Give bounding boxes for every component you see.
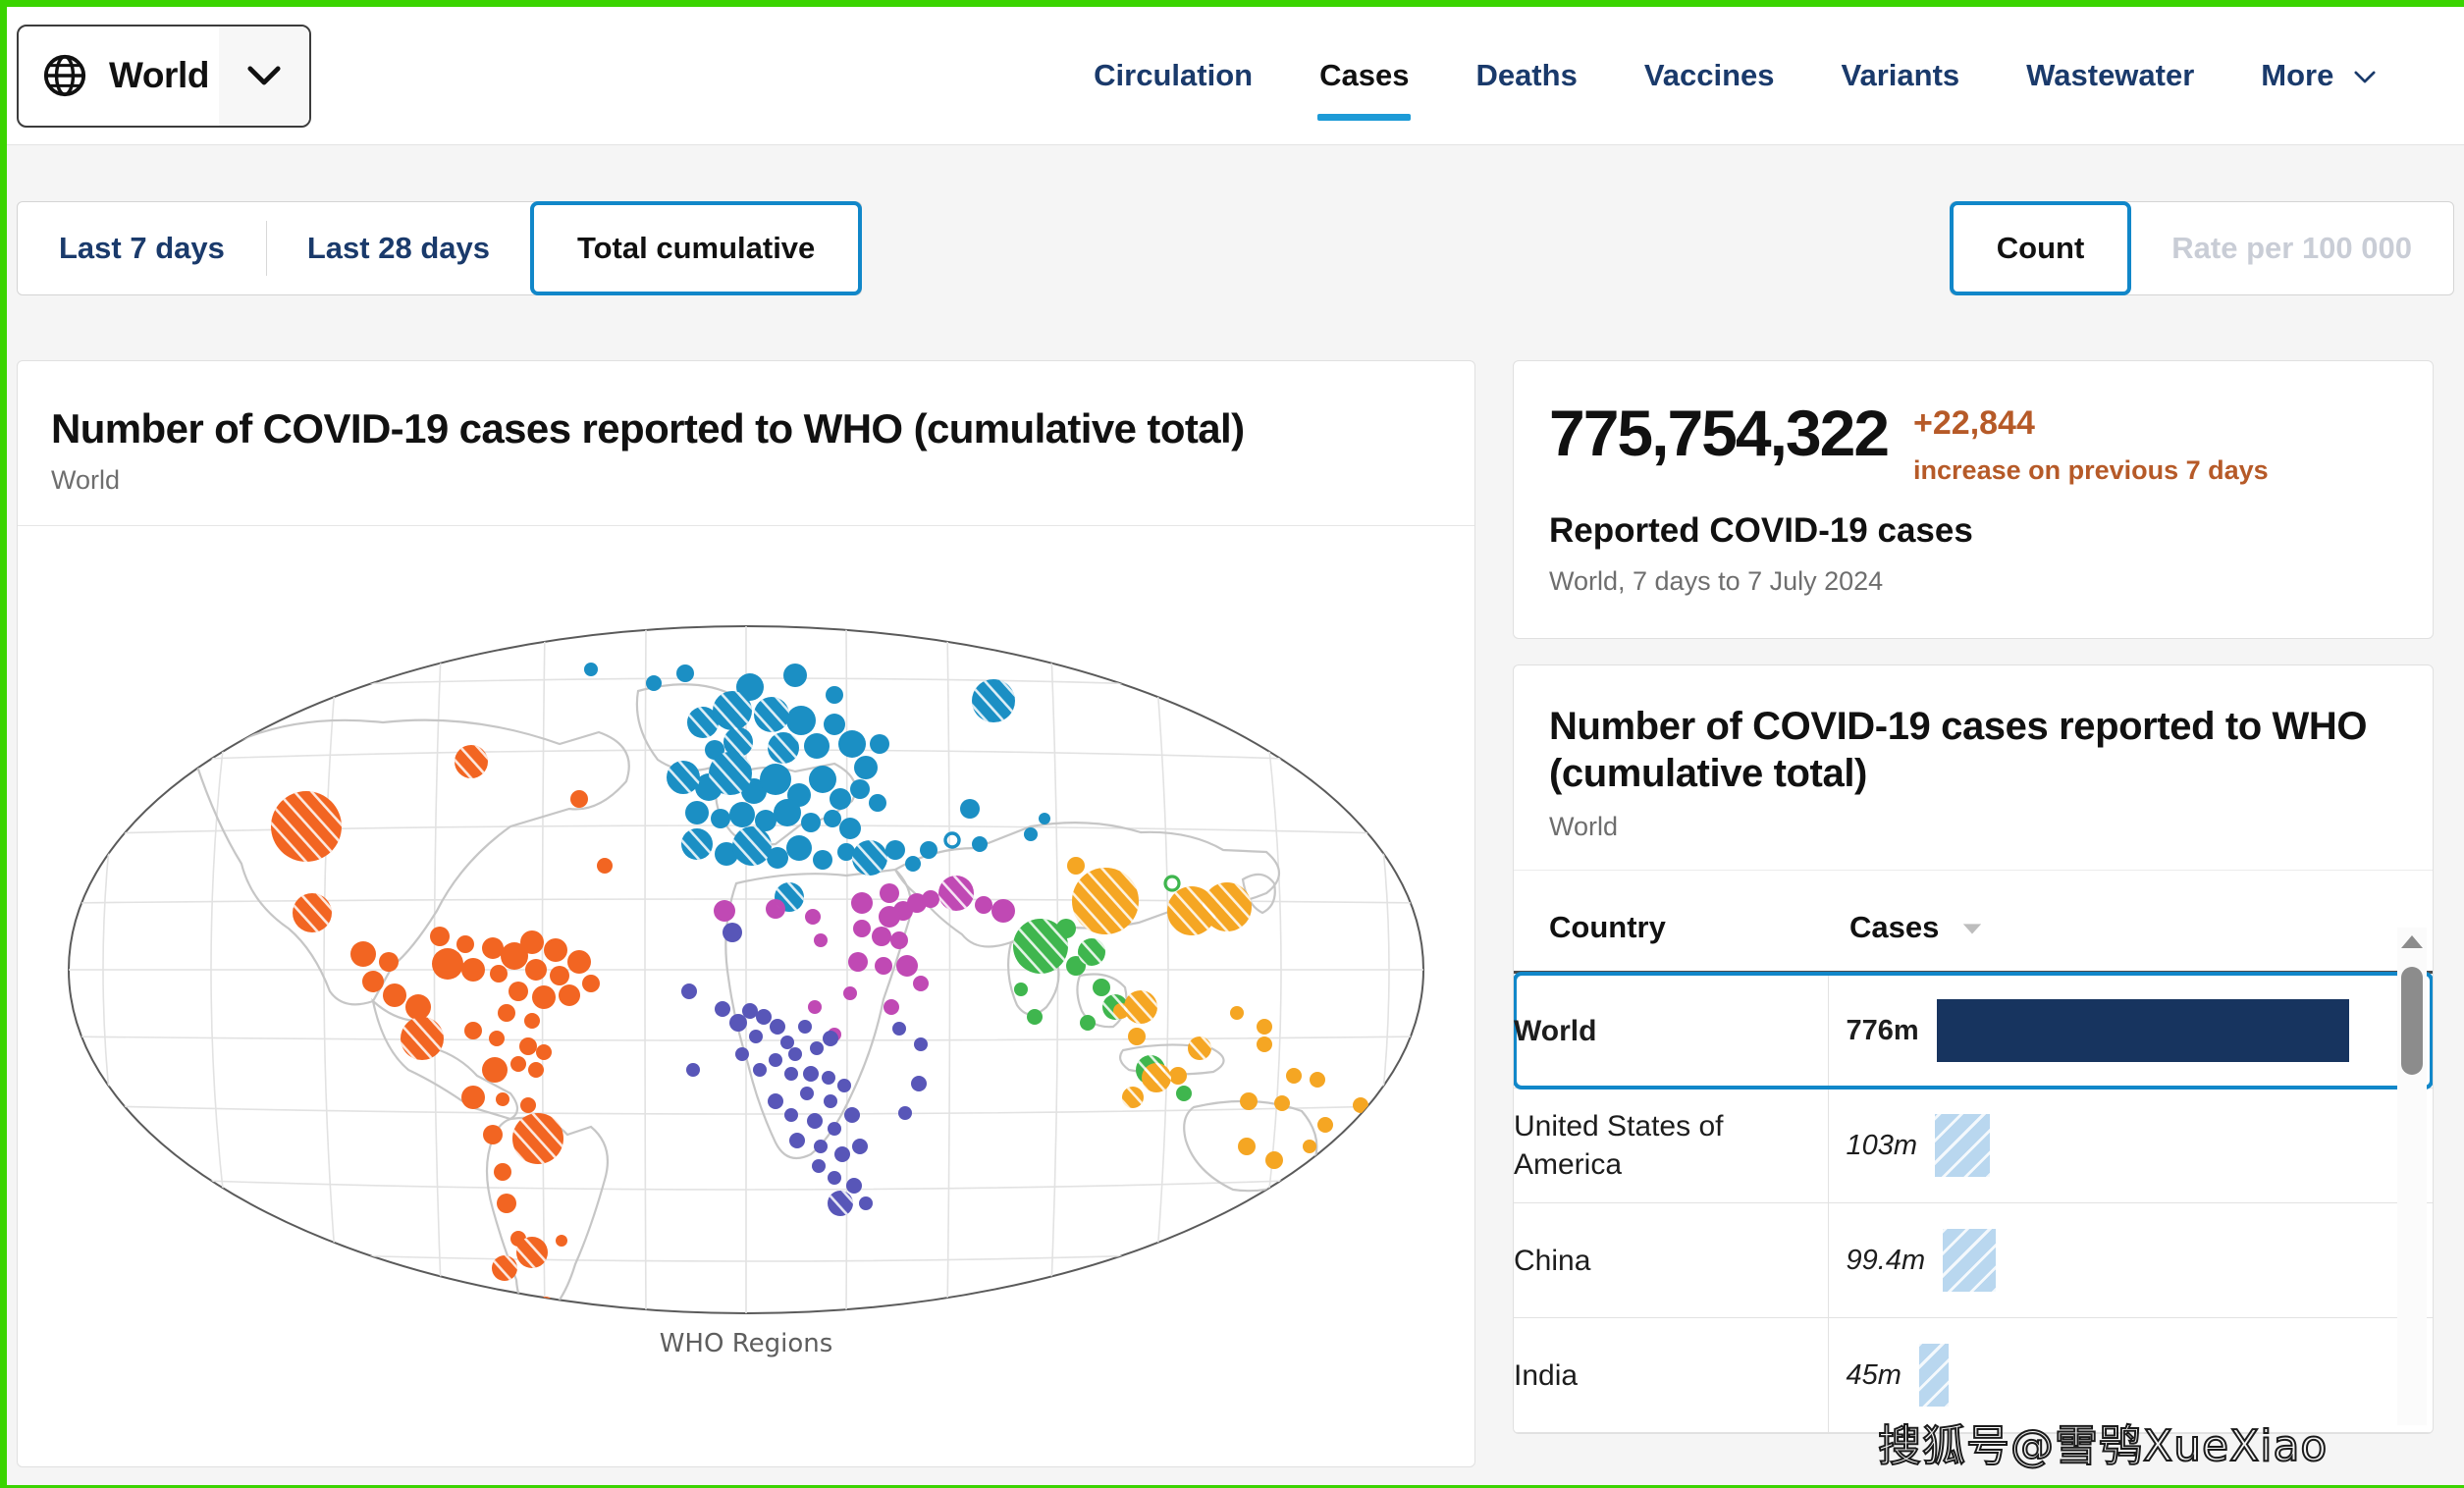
scroll-thumb[interactable] (2401, 967, 2423, 1076)
nav-label: Circulation (1094, 58, 1254, 92)
row-value: 45m (1846, 1358, 1902, 1391)
nav-item-circulation[interactable]: Circulation (1060, 58, 1286, 93)
row-bar (1943, 1229, 1997, 1293)
country-table-card: Number of COVID-19 cases reported to WHO… (1513, 664, 2434, 1435)
tab-total-cumulative[interactable]: Total cumulative (529, 200, 863, 295)
cases-delta-note: increase on previous 7 days (1913, 454, 2269, 485)
geography-dropdown-toggle[interactable] (219, 26, 309, 126)
chevron-down-icon (247, 66, 281, 85)
row-value: 103m (1846, 1129, 1918, 1161)
nav-item-deaths[interactable]: Deaths (1442, 58, 1610, 93)
table-row[interactable]: India 45m (1514, 1317, 2433, 1433)
right-column: 775,754,322 +22,844 increase on previous… (1513, 360, 2434, 1435)
nav-label: More (2261, 58, 2334, 92)
row-bar (1918, 1344, 1949, 1408)
table-scrollbar[interactable] (2397, 928, 2427, 1426)
country-table-wrapper: Country Cases World 776m United States o… (1514, 870, 2433, 1433)
content-area: Number of COVID-19 cases reported to WHO… (7, 350, 2464, 1485)
filter-bar: Last 7 days Last 28 days Total cumulativ… (7, 144, 2464, 350)
row-cases-cell: 45m (1827, 1317, 2433, 1433)
scroll-up-button[interactable] (2397, 928, 2427, 955)
country-table-subtitle: World (1549, 812, 1619, 842)
row-value: 776m (1846, 1014, 1919, 1046)
map-body[interactable]: WHO Regions (18, 526, 1474, 1466)
country-table: Country Cases World 776m United States o… (1514, 884, 2433, 1433)
nav-label: Wastewater (2026, 58, 2195, 92)
map-panel: Number of COVID-19 cases reported to WHO… (17, 360, 1475, 1467)
column-header-cases[interactable]: Cases (1828, 884, 2433, 973)
country-table-title: Number of COVID-19 cases reported to WHO… (1549, 704, 2368, 796)
cases-stat-scope: World, 7 days to 7 July 2024 (1549, 565, 1884, 596)
nav-label: Vaccines (1643, 58, 1775, 92)
map-title: Number of COVID-19 cases reported to WHO… (51, 405, 1245, 452)
row-country: United States of America (1514, 1110, 1724, 1182)
cases-delta-value: +22,844 (1913, 404, 2035, 442)
row-country: India (1514, 1358, 1579, 1392)
row-cases-cell: 776m (1827, 972, 2433, 1089)
nav-item-more[interactable]: More (2227, 58, 2409, 93)
row-cases-cell: 103m (1827, 1088, 2433, 1203)
nav-label: Variants (1841, 58, 1960, 92)
tab-label: Count (1996, 230, 2085, 265)
geography-label: World (109, 55, 210, 95)
period-tab-group: Last 7 days Last 28 days Total cumulativ… (17, 200, 863, 295)
table-row[interactable]: China 99.4m (1514, 1202, 2433, 1318)
row-country: World (1514, 1014, 1597, 1047)
top-bar: World Circulation Cases Deaths Vaccines … (7, 7, 2464, 144)
tab-label: Last 7 days (59, 230, 225, 265)
nav-label: Cases (1319, 58, 1410, 92)
nav-item-vaccines[interactable]: Vaccines (1611, 58, 1808, 93)
table-header-row: Country Cases (1514, 884, 2433, 973)
main-navigation: Circulation Cases Deaths Vaccines Varian… (1060, 58, 2409, 121)
chevron-down-icon (2354, 71, 2376, 83)
table-row[interactable]: United States of America 103m (1514, 1088, 2433, 1203)
tab-label: Last 28 days (306, 230, 490, 265)
cases-total-value: 775,754,322 (1549, 397, 1890, 469)
column-label: Cases (1849, 910, 1940, 945)
country-table-header: Number of COVID-19 cases reported to WHO… (1514, 665, 2433, 871)
tab-count[interactable]: Count (1949, 200, 2132, 295)
row-cases-cell: 99.4m (1827, 1202, 2433, 1318)
measure-tab-group: Count Rate per 100 000 (1949, 200, 2454, 295)
bubble-map[interactable] (49, 616, 1443, 1323)
nav-item-wastewater[interactable]: Wastewater (1993, 58, 2227, 93)
column-label: Country (1549, 910, 1666, 945)
tab-last-7-days[interactable]: Last 7 days (18, 202, 266, 294)
summary-stat-card: 775,754,322 +22,844 increase on previous… (1513, 360, 2434, 639)
row-country: China (1514, 1244, 1591, 1277)
tab-rate-per-100000[interactable]: Rate per 100 000 (2130, 202, 2453, 294)
tab-label: Total cumulative (576, 230, 816, 265)
globe-icon (42, 53, 87, 98)
column-header-country[interactable]: Country (1514, 884, 1828, 973)
row-value: 99.4m (1846, 1244, 1926, 1276)
row-bar (1935, 1114, 1991, 1178)
table-row[interactable]: World 776m (1514, 971, 2433, 1089)
map-subtitle: World (51, 464, 121, 495)
cases-stat-label: Reported COVID-19 cases (1549, 510, 1973, 550)
map-panel-header: Number of COVID-19 cases reported to WHO… (18, 361, 1474, 526)
geography-selector[interactable]: World (17, 24, 311, 128)
nav-item-cases[interactable]: Cases (1286, 58, 1442, 121)
nav-item-variants[interactable]: Variants (1808, 58, 1994, 93)
caret-down-icon (1962, 924, 1982, 934)
caret-up-icon (2401, 935, 2423, 949)
who-covid-dashboard: World Circulation Cases Deaths Vaccines … (0, 0, 2464, 1488)
tab-label: Rate per 100 000 (2171, 230, 2412, 265)
map-legend-caption: WHO Regions (659, 1328, 833, 1358)
tab-last-28-days[interactable]: Last 28 days (265, 202, 531, 294)
row-bar (1936, 999, 2349, 1063)
nav-label: Deaths (1475, 58, 1578, 92)
